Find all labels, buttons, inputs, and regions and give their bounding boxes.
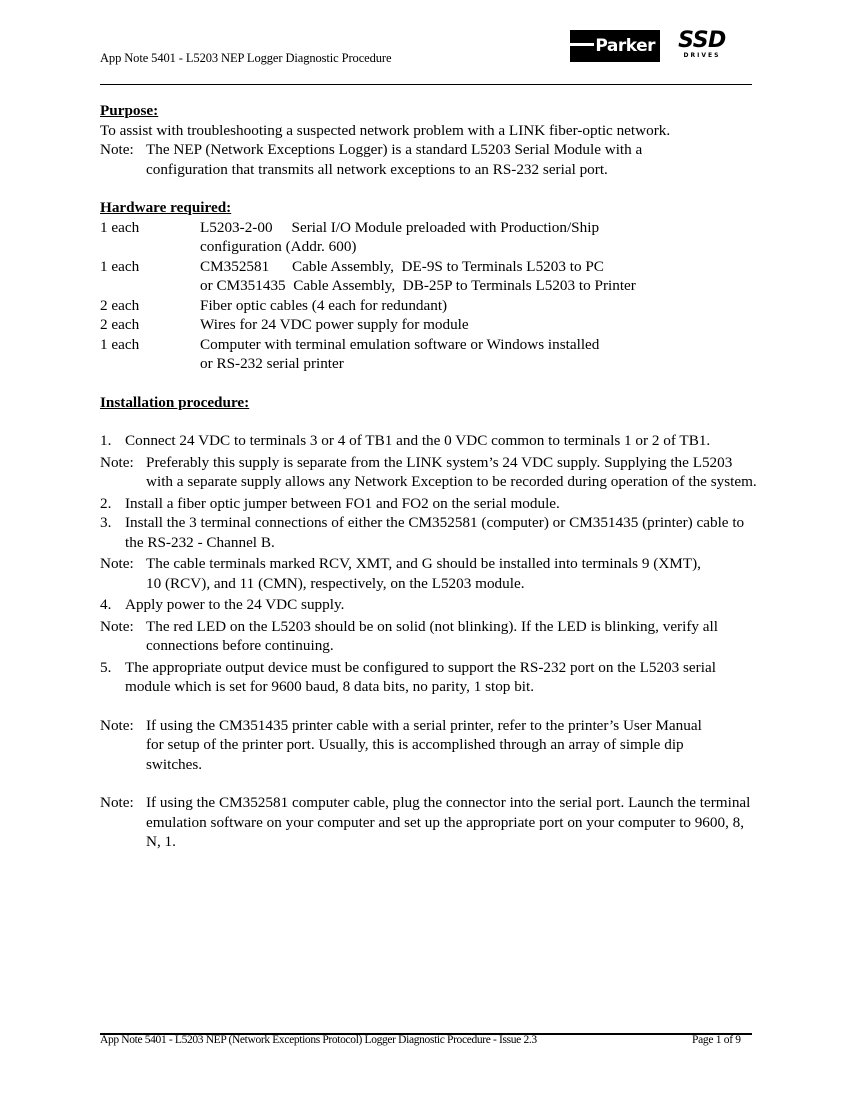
ssd-logo-subtext: DRIVES <box>683 52 721 59</box>
step-text: Apply power to the 24 VDC supply. <box>125 596 345 613</box>
ssd-drives-logo: SSD DRIVES <box>674 30 730 60</box>
purpose-note: Note: The NEP (Network Exceptions Logger… <box>100 140 760 160</box>
note-label: Note: <box>100 141 134 158</box>
hardware-desc-line: Computer with terminal emulation softwar… <box>200 335 600 353</box>
header-title: App Note 5401 - L5203 NEP Logger Diagnos… <box>100 51 392 65</box>
hardware-heading: Hardware required: <box>100 199 232 216</box>
note-line: configuration that transmits all network… <box>146 160 608 178</box>
step-text: Install a fiber optic jumper between FO1… <box>125 494 560 512</box>
step-number: 5. <box>100 658 112 676</box>
hardware-item: 1 each CM352581 Cable Assembly, DE-9S to… <box>100 257 760 296</box>
note-text: Preferably this supply is separate from … <box>146 453 757 491</box>
hardware-item: 2 each Fiber optic cables (4 each for re… <box>100 296 760 316</box>
step-number: 2. <box>100 494 112 512</box>
procedure-step: 1. Connect 24 VDC to terminals 3 or 4 of… <box>100 431 760 451</box>
note-text: The red LED on the L5203 should be on so… <box>146 617 718 655</box>
step-text: Install the 3 terminal connections of ei… <box>125 514 745 551</box>
hardware-desc-line: CM352581 Cable Assembly, DE-9S to Termin… <box>200 257 604 275</box>
document-body: Purpose: To assist with troubleshooting … <box>100 101 760 852</box>
hardware-desc: Fiber optic cables (4 each for redundant… <box>200 296 760 316</box>
document-page: App Note 5401 - L5203 NEP Logger Diagnos… <box>0 0 850 1100</box>
note-label: Note: <box>100 617 134 635</box>
parker-logo-text: Parker <box>595 36 655 56</box>
hardware-item: 2 each Wires for 24 VDC power supply for… <box>100 315 760 335</box>
note-text: If using the CM352581 computer cable, pl… <box>146 794 751 850</box>
note-label: Note: <box>100 716 134 734</box>
hardware-desc: CM352581 Cable Assembly, DE-9S to Termin… <box>200 257 760 296</box>
step-text: The appropriate output device must be co… <box>125 658 716 696</box>
hardware-desc-line: Fiber optic cables (4 each for redundant… <box>200 296 448 314</box>
purpose-heading: Purpose: <box>100 102 159 119</box>
page-number: Page 1 of 9 <box>692 1034 741 1046</box>
hardware-desc-line: Wires for 24 VDC power supply for module <box>200 316 469 333</box>
note-label: Note: <box>100 555 134 572</box>
note-label: Note: <box>100 794 134 811</box>
step-number: 4. <box>100 596 112 613</box>
hardware-qty: 1 each <box>100 335 140 353</box>
hardware-desc-line: L5203-2-00 Serial I/O Module preloaded w… <box>200 218 600 236</box>
hardware-qty: 2 each <box>100 316 140 333</box>
procedure-note: Note: Preferably this supply is separate… <box>100 453 760 492</box>
hardware-desc-line: configuration (Addr. 600) <box>200 238 357 255</box>
hardware-qty: 1 each <box>100 257 140 275</box>
procedure-note: Note: If using the CM351435 printer cabl… <box>100 716 760 775</box>
procedure-note: Note: The cable terminals marked RCV, XM… <box>100 554 760 593</box>
hardware-desc: Wires for 24 VDC power supply for module <box>200 315 760 335</box>
procedure-step: 2. Install a fiber optic jumper between … <box>100 494 760 514</box>
step-number: 3. <box>100 514 112 531</box>
note-text: If using the CM351435 printer cable with… <box>146 716 702 773</box>
step-number: 1. <box>100 432 112 449</box>
footer-document-title: App Note 5401 - L5203 NEP (Network Excep… <box>100 1034 537 1046</box>
hardware-qty: 2 each <box>100 296 140 314</box>
procedure-note: Note: The red LED on the L5203 should be… <box>100 617 760 656</box>
note-label: Note: <box>100 453 134 471</box>
hardware-desc-line: or CM351435 Cable Assembly, DB-25P to Te… <box>200 277 636 294</box>
hardware-desc-line: or RS-232 serial printer <box>200 355 344 372</box>
note-line: The NEP (Network Exceptions Logger) is a… <box>146 141 643 158</box>
header-rule <box>100 84 752 85</box>
procedure-note: Note: If using the CM352581 computer cab… <box>100 793 760 852</box>
ssd-logo-text: SSD <box>678 28 726 53</box>
procedure-step: 4. Apply power to the 24 VDC supply. <box>100 595 760 615</box>
step-text: Connect 24 VDC to terminals 3 or 4 of TB… <box>125 432 711 449</box>
hardware-desc: L5203-2-00 Serial I/O Module preloaded w… <box>200 218 760 257</box>
parker-logo: Parker <box>570 30 660 62</box>
note-text: The cable terminals marked RCV, XMT, and… <box>146 555 701 592</box>
installation-heading: Installation procedure: <box>100 393 250 411</box>
purpose-text: To assist with troubleshooting a suspect… <box>100 121 671 139</box>
parker-logo-bar <box>570 43 594 46</box>
hardware-qty: 1 each <box>100 218 140 236</box>
hardware-item: 1 each Computer with terminal emulation … <box>100 335 760 374</box>
procedure-step: 5. The appropriate output device must be… <box>100 658 760 697</box>
hardware-desc: Computer with terminal emulation softwar… <box>200 335 760 374</box>
hardware-item: 1 each L5203-2-00 Serial I/O Module prel… <box>100 218 760 257</box>
procedure-step: 3. Install the 3 terminal connections of… <box>100 513 760 552</box>
